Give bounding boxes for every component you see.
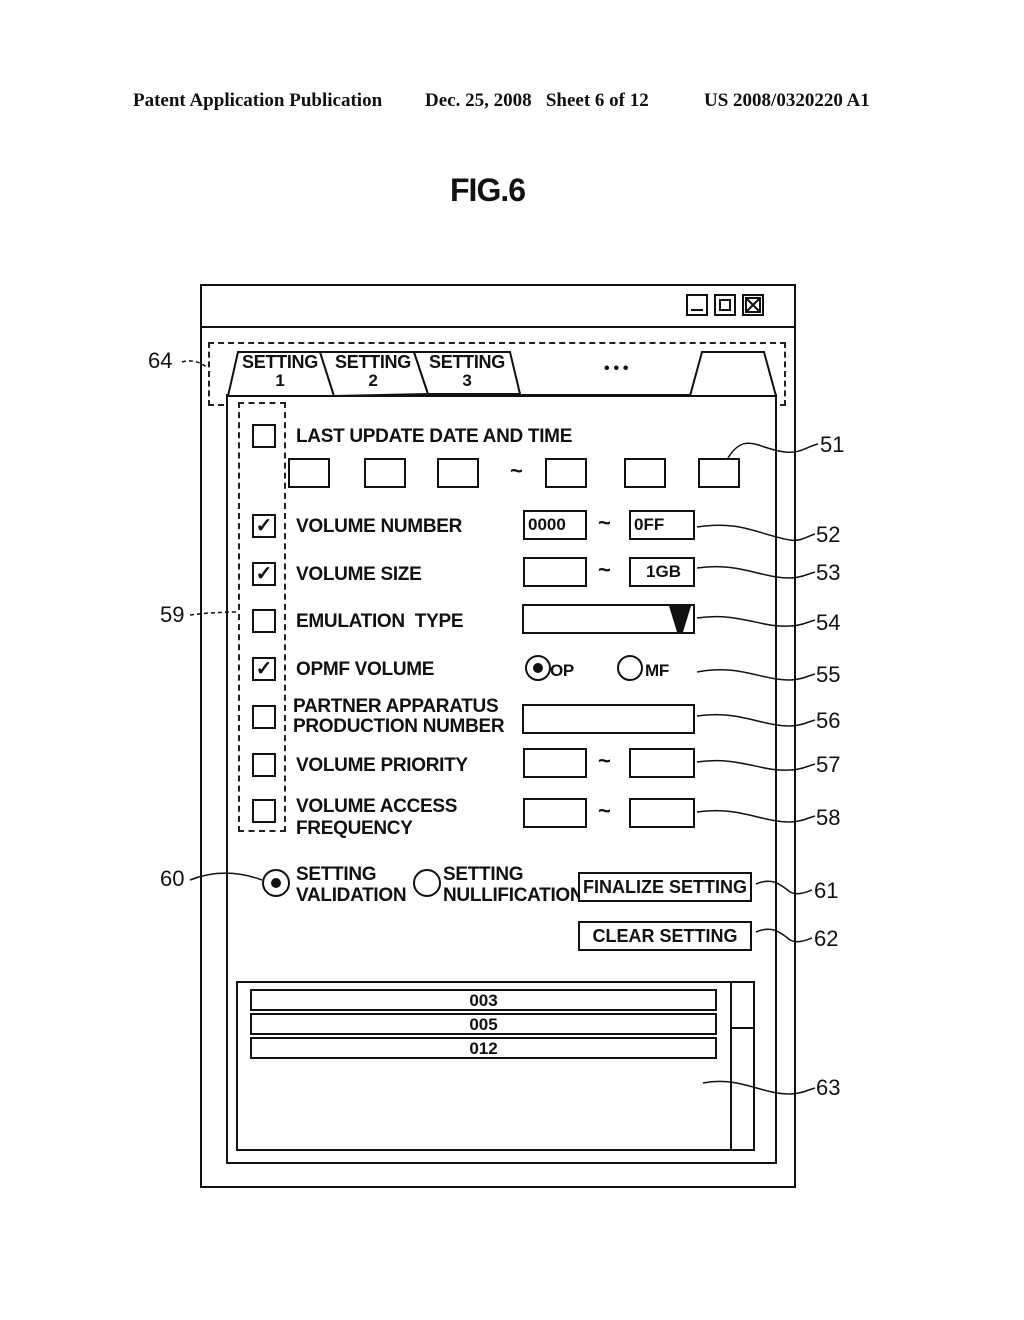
leader-63 — [702, 1080, 816, 1095]
ref-57: 57 — [816, 752, 841, 777]
ref-51: 51 — [820, 432, 845, 457]
ref-55: 55 — [816, 662, 841, 687]
leader-53 — [696, 565, 816, 579]
ref-60: 60 — [160, 866, 185, 891]
leader-56 — [696, 713, 816, 727]
ref-52: 52 — [816, 522, 841, 547]
leader-64 — [181, 360, 209, 369]
leader-60 — [189, 872, 263, 881]
ref-53: 53 — [816, 560, 841, 585]
leader-57 — [696, 759, 816, 771]
leader-62 — [755, 928, 813, 943]
ref-58: 58 — [816, 805, 841, 830]
ref-59: 59 — [160, 602, 185, 627]
ref-63: 63 — [816, 1075, 841, 1100]
ref-61: 61 — [814, 878, 839, 903]
ref-64: 64 — [148, 348, 173, 373]
leader-61 — [755, 880, 813, 895]
leader-52 — [696, 524, 816, 542]
leader-58 — [696, 809, 816, 823]
leader-55 — [696, 669, 816, 681]
leader-54 — [696, 615, 816, 627]
ref-54: 54 — [816, 610, 841, 635]
leader-51 — [727, 442, 819, 459]
leader-59 — [189, 611, 239, 616]
ref-56: 56 — [816, 708, 841, 733]
ref-62: 62 — [814, 926, 839, 951]
leader-lines — [181, 360, 819, 1095]
